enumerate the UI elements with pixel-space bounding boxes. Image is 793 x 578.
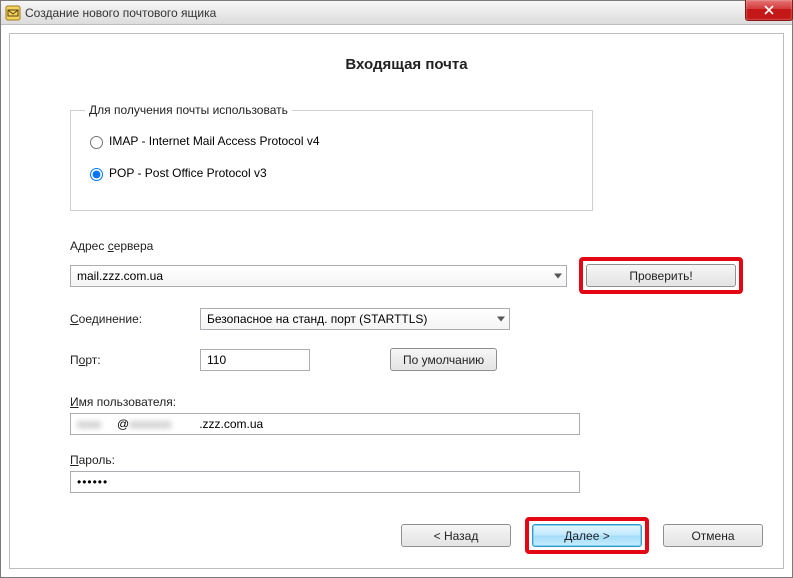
page-title: Входящая почта: [70, 56, 743, 73]
port-input[interactable]: [200, 349, 310, 371]
radio-imap[interactable]: IMAP - Internet Mail Access Protocol v4: [85, 133, 578, 149]
radio-pop-input[interactable]: [90, 168, 103, 181]
username-label: Имя пользователя:: [70, 395, 743, 409]
highlight-next-button: Далее >: [525, 517, 649, 554]
protocol-groupbox: Для получения почты использовать IMAP - …: [70, 103, 593, 211]
wizard-button-row: < Назад Далее > Отмена: [401, 517, 763, 554]
password-input[interactable]: ••••••: [70, 471, 580, 493]
chevron-down-icon: [554, 273, 562, 278]
close-button[interactable]: [745, 0, 793, 21]
cancel-button[interactable]: Отмена: [663, 524, 763, 547]
back-button[interactable]: < Назад: [401, 524, 511, 547]
protocol-legend: Для получения почты использовать: [85, 103, 292, 117]
check-button[interactable]: Проверить!: [586, 264, 736, 287]
password-value-masked: ••••••: [77, 475, 108, 489]
connection-combo[interactable]: Безопасное на станд. порт (STARTTLS): [200, 308, 510, 330]
titlebar: Создание нового почтового ящика: [1, 1, 792, 25]
radio-imap-input[interactable]: [90, 136, 103, 149]
chevron-down-icon: [497, 317, 505, 322]
radio-pop-label: POP - Post Office Protocol v3: [109, 166, 267, 180]
server-address-label: Адрес сервера: [70, 239, 743, 253]
app-icon: [5, 5, 21, 21]
radio-imap-label: IMAP - Internet Mail Access Protocol v4: [109, 134, 320, 148]
window-title: Создание нового почтового ящика: [25, 6, 216, 20]
username-masked-prefix: xxxx: [77, 417, 117, 431]
port-label: Порт:: [70, 353, 200, 367]
connection-label: Соединение:: [70, 312, 200, 326]
connection-value: Безопасное на станд. порт (STARTTLS): [207, 312, 427, 326]
server-address-combo[interactable]: mail.zzz.com.ua: [70, 265, 567, 287]
highlight-check-button: Проверить!: [579, 257, 743, 294]
username-masked-middle: xxxxxxx: [129, 417, 199, 431]
wizard-panel: Входящая почта Для получения почты испол…: [9, 33, 784, 569]
password-label: Пароль:: [70, 453, 743, 467]
dialog-window: Создание нового почтового ящика Входящая…: [0, 0, 793, 578]
username-input[interactable]: xxxx@xxxxxxx.zzz.com.ua: [70, 413, 580, 435]
next-button[interactable]: Далее >: [532, 524, 642, 547]
port-default-button[interactable]: По умолчанию: [390, 348, 497, 371]
client-area: Входящая почта Для получения почты испол…: [1, 25, 792, 577]
server-address-value: mail.zzz.com.ua: [77, 269, 163, 283]
radio-pop[interactable]: POP - Post Office Protocol v3: [85, 165, 578, 181]
